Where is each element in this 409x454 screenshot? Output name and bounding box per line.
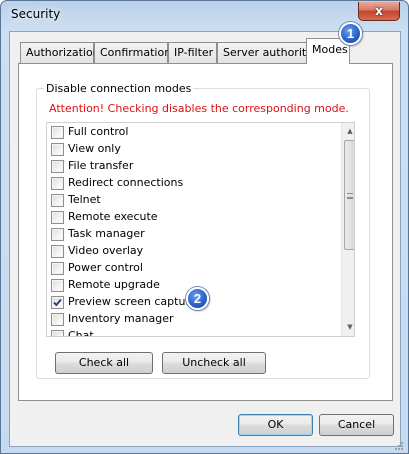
tab-label: Server authority [223,46,313,59]
disable-modes-group: Disable connection modes Attention! Chec… [36,82,370,379]
checkbox[interactable] [51,313,64,326]
button-label: Uncheck all [182,356,246,369]
checkbox[interactable] [51,160,64,173]
checkbox[interactable] [51,177,64,190]
ok-button[interactable]: OK [238,414,313,436]
checkbox[interactable] [51,228,64,241]
checkbox[interactable] [51,245,64,258]
tab-label: IP-filter [174,46,214,59]
checkbox[interactable] [51,211,64,224]
check-all-button[interactable]: Check all [55,352,153,374]
close-button[interactable]: x [358,2,400,21]
list-item-label: Chat [68,329,94,337]
list-item-label: Redirect connections [68,176,184,189]
chevron-down-icon: ▼ [347,323,353,331]
grip-icon [347,193,353,199]
checkbox[interactable] [51,194,64,207]
close-icon: x [375,4,383,18]
annotation-badge-1: 1 [339,22,362,45]
list-item-label: File transfer [68,159,134,172]
annotation-badge-2: 2 [186,287,209,310]
badge-number: 2 [193,291,202,306]
list-item-label: Inventory manager [68,312,174,325]
checkmark-icon [53,298,62,307]
tab-confirmation[interactable]: Confirmation [94,42,172,63]
button-label: OK [267,418,284,431]
checkbox[interactable] [51,143,64,156]
chevron-up-icon: ▲ [347,127,353,135]
tab-ip-filter[interactable]: IP-filter [168,42,217,63]
resize-grip-icon[interactable] [394,441,404,451]
checkbox[interactable] [51,126,64,139]
scrollbar-thumb[interactable] [344,140,354,250]
list-item-label: Task manager [68,227,145,240]
tab-label: Authorization [26,46,100,59]
vertical-scrollbar[interactable]: ▲ ▼ [341,123,354,336]
list-item-label: Video overlay [68,244,144,257]
dialog-client-area: Authorization Confirmation IP-filter Ser… [9,31,401,447]
list-item-label: View only [68,142,121,155]
checkbox[interactable] [51,279,64,292]
button-label: Cancel [337,418,376,431]
security-dialog: Security x Authorization Confirmation IP… [0,0,409,454]
checkbox-checked[interactable] [51,296,64,309]
scroll-up-button[interactable]: ▲ [342,123,354,139]
cancel-button[interactable]: Cancel [319,414,394,436]
attention-message: Attention! Checking disables the corresp… [49,102,349,115]
checkbox[interactable] [51,330,64,336]
tab-label: Confirmation [100,46,172,59]
list-item-label: Remote execute [68,210,158,223]
tab-authorization[interactable]: Authorization [20,42,100,63]
checkbox[interactable] [51,262,64,275]
group-label: Disable connection modes [44,82,194,95]
list-item-label: Telnet [68,193,101,206]
button-label: Check all [78,356,130,369]
tab-server-authority[interactable]: Server authority [217,42,313,63]
tab-label: Modes [312,43,348,56]
list-item-label: Full control [68,125,129,138]
list-item-label: Remote upgrade [68,278,160,291]
uncheck-all-button[interactable]: Uncheck all [162,352,266,374]
list-item-label: Preview screen capture [68,295,197,308]
scroll-down-button[interactable]: ▼ [342,319,354,335]
list-item-label: Power control [68,261,143,274]
window-title: Security [11,7,61,21]
badge-number: 1 [346,26,355,41]
